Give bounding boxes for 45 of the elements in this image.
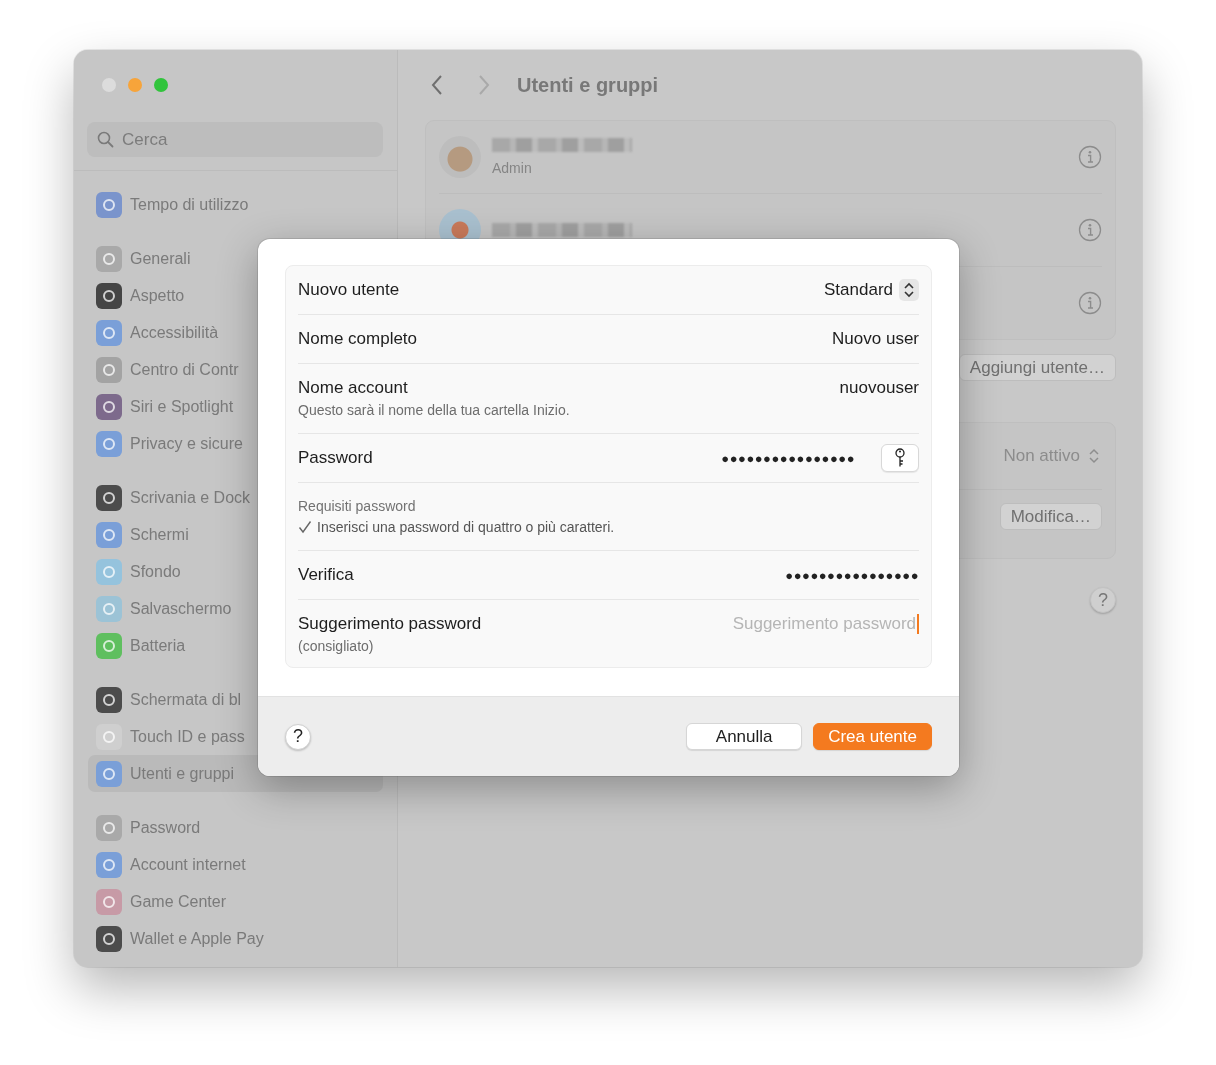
back-chevron-icon[interactable]: [430, 74, 444, 96]
minimize-window-button[interactable]: [128, 78, 142, 92]
field-label: Nuovo utente: [298, 280, 400, 300]
stepper-icon: [899, 279, 919, 301]
field-label: Password: [298, 448, 373, 468]
sidebar-item[interactable]: Wallet e Apple Pay: [88, 920, 383, 957]
search-field[interactable]: Cerca: [87, 122, 383, 157]
field-value[interactable]: nuovouser: [839, 378, 919, 398]
field-label: Suggerimento password: [298, 614, 482, 634]
password-field[interactable]: ●●●●●●●●●●●●●●●●: [721, 450, 855, 466]
create-user-button[interactable]: Crea utente: [813, 723, 932, 750]
user-role: Admin: [492, 160, 533, 176]
field-label: Nome completo: [298, 329, 418, 349]
field-note: (consigliato): [298, 638, 375, 654]
search-icon: [97, 131, 114, 148]
sidebar-item[interactable]: Tempo di utilizzo: [88, 186, 383, 223]
info-icon[interactable]: [1078, 145, 1102, 169]
requirement-text: Inserisci una password di quattro o più caratteri.: [317, 519, 615, 535]
help-button[interactable]: ?: [285, 723, 311, 750]
hint-field[interactable]: Suggerimento password: [716, 614, 916, 634]
sidebar-item[interactable]: Schermata di bl: [88, 681, 383, 718]
sidebar-item[interactable]: Password: [88, 809, 383, 846]
edit-button[interactable]: Modifica…: [999, 503, 1102, 530]
sidebar-item[interactable]: Account internet: [88, 846, 383, 883]
field-note: Questo sarà il nome della tua cartella Inizio.: [298, 402, 570, 418]
sidebar-item[interactable]: Game Center: [88, 883, 383, 920]
stepper-icon: [1086, 446, 1102, 466]
sidebar-item[interactable]: Generali: [88, 240, 383, 277]
account-type-popup[interactable]: Standard: [824, 279, 919, 301]
zoom-window-button[interactable]: [154, 78, 168, 92]
page-title: Utenti e gruppi: [517, 73, 659, 97]
field-value[interactable]: Nuovo user: [832, 329, 919, 349]
field-label: Nome account: [298, 378, 409, 398]
help-button[interactable]: ?: [1090, 587, 1116, 613]
key-icon: [894, 448, 906, 468]
info-icon[interactable]: [1078, 218, 1102, 242]
password-assistant-button[interactable]: [881, 444, 919, 472]
password-field[interactable]: ●●●●●●●●●●●●●●●●: [785, 567, 919, 583]
add-user-button[interactable]: Aggiungi utente…: [958, 354, 1116, 381]
info-icon[interactable]: [1078, 291, 1102, 315]
forward-chevron-icon[interactable]: [477, 74, 491, 96]
requirements-title: Requisiti password: [298, 498, 416, 514]
cancel-button[interactable]: Annulla: [686, 723, 803, 750]
avatar: [439, 136, 481, 178]
field-label: Verifica: [298, 565, 354, 585]
